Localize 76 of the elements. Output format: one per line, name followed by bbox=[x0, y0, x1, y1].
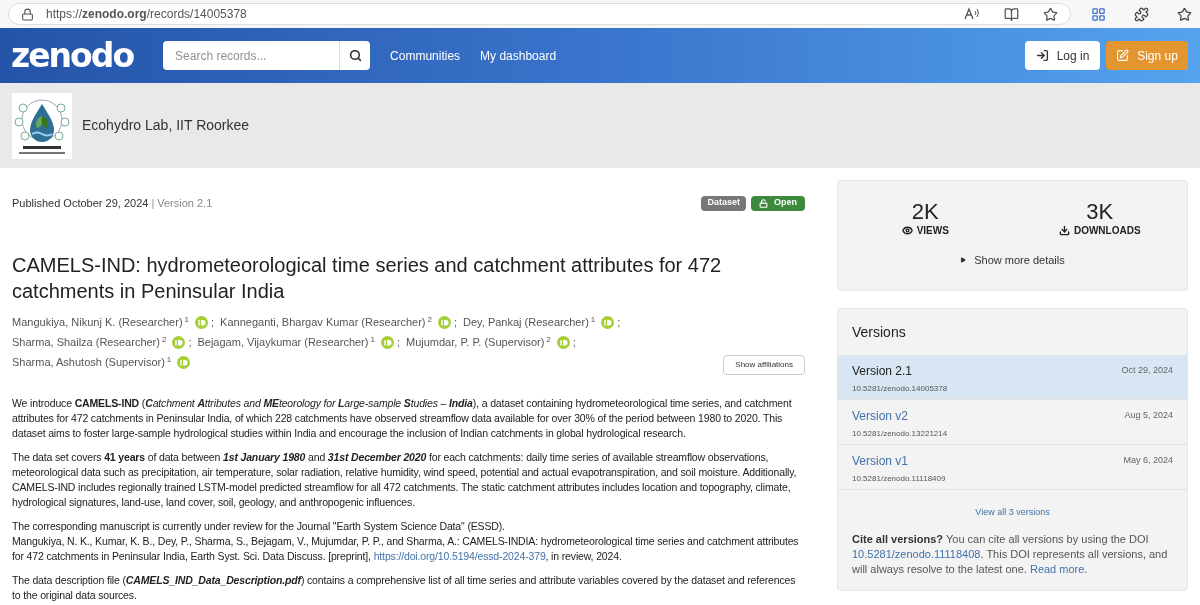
url-text: https://zenodo.org/records/14005378 bbox=[46, 6, 248, 23]
show-details-toggle[interactable]: Show more details bbox=[960, 252, 1065, 269]
author-name[interactable]: Mangukiya, Nikunj K. (Researcher) bbox=[12, 313, 183, 331]
resource-type-badge: Dataset bbox=[701, 195, 746, 211]
community-name[interactable]: Ecohydro Lab, IIT Roorkee bbox=[82, 115, 250, 136]
show-affiliations-button[interactable]: Show affiliations bbox=[723, 355, 805, 375]
cite-all-text: Cite all versions? You can cite all versions by using the DOI 10.5281/zenodo.11118408. This DOI represents all versions, and will always resolve to the latest one. Read more. bbox=[851, 531, 1169, 577]
affiliation-number: 1 bbox=[184, 315, 190, 324]
divider-text: | bbox=[151, 195, 155, 211]
affiliation-number: 1 bbox=[166, 355, 172, 364]
access-badge: Open bbox=[751, 195, 805, 211]
view-all-versions-link[interactable]: View all 3 versions bbox=[975, 506, 1050, 520]
versions-heading: Versions bbox=[851, 323, 907, 342]
version-item[interactable]: Version v1 May 6, 2024 10.5281/zenodo.11118409 bbox=[838, 445, 1187, 490]
description-paragraph: The data description file (CAMELS_IND_Data_Description.pdf) contains a comprehensive list of all time series and attribute variables covered by the dataset and references to the original data sources. bbox=[12, 573, 797, 603]
stat-label: DOWNLOADS bbox=[1073, 224, 1141, 238]
address-bar[interactable]: https://zenodo.org/records/14005378 bbox=[8, 3, 1071, 25]
lock-icon bbox=[21, 7, 34, 21]
description-paragraph: The data set covers 41 years of data between 1st January 1980 and 31st December 2020 for each catchments: daily time series of available streamflow observations, meteorological data such as precipitation, air temperature, solar radiation, relative humidity, wind speed, potential and actual evapotranspiration, and soil moisture. Additionally, CAMELS-IND includes regionally trained LSTM-model predicted streamflow for all 472 catchments. The static catchment attributes includes location and topography, climate, hydrological signatures, land-use, land cover, soil, geology, and anthropogenic influences. bbox=[12, 450, 798, 510]
version-name: Version v1 bbox=[852, 453, 909, 470]
author-separator: ; bbox=[188, 334, 192, 350]
favorite-icon[interactable] bbox=[1043, 6, 1058, 22]
download-icon bbox=[1058, 225, 1070, 236]
nav-link[interactable]: Communities bbox=[390, 46, 461, 65]
affiliation-number: 2 bbox=[427, 315, 432, 324]
version-date: Aug 5, 2024 bbox=[1124, 409, 1173, 423]
caret-icon bbox=[960, 257, 967, 264]
author-name[interactable]: Kanneganti, Bhargav Kumar (Researcher) bbox=[220, 313, 426, 331]
collections-icon[interactable] bbox=[1091, 6, 1106, 22]
version-name: Version 2.1 bbox=[852, 363, 913, 380]
author-name[interactable]: Mujumdar, P. P. (Supervisor) bbox=[405, 333, 545, 351]
edit-icon bbox=[1116, 49, 1130, 62]
stat-value: 2K bbox=[911, 201, 939, 223]
author-name[interactable]: Dey, Pankaj (Researcher) bbox=[463, 313, 589, 331]
eye-icon bbox=[901, 225, 913, 236]
stat-label: VIEWS bbox=[916, 224, 949, 238]
version-doi: 10.5281/zenodo.14005378 bbox=[852, 383, 949, 395]
login-button[interactable]: Log in bbox=[1025, 41, 1100, 70]
search-field[interactable]: Search records... bbox=[163, 41, 341, 70]
nav-link[interactable]: My dashboard bbox=[480, 46, 557, 65]
zenodo-logo[interactable]: zenodo bbox=[11, 39, 134, 72]
affiliation-number: 2 bbox=[161, 335, 167, 344]
extensions-icon[interactable] bbox=[1134, 6, 1149, 22]
version-item[interactable]: Version v2 Aug 5, 2024 10.5281/zenodo.13221214 bbox=[838, 400, 1187, 445]
author-name[interactable]: Sharma, Ashutosh (Supervisor) bbox=[12, 353, 165, 371]
author-separator: ; bbox=[211, 314, 215, 330]
author-separator: ; bbox=[617, 314, 621, 330]
version-item[interactable]: Version 2.1 Oct 29, 2024 10.5281/zenodo.14005378 bbox=[838, 355, 1187, 400]
doi-link[interactable]: https://doi.org/10.5194/essd-2024-379 bbox=[373, 550, 546, 562]
affiliation-number: 1 bbox=[590, 315, 596, 324]
citation-text: Mangukiya, N. K., Kumar, K. B., Dey, P., Sharma, S., Bejagam, V., Mujumdar, P. P., and Sharma, A.: CAMELS-INDIA: hydrometeorological time series and catchment attributes for 472 catchments in Peninsular India, Earth Syst. Sci. Data Discuss. [preprint], https://doi.org/10.5194/essd-2024-379, in review, 2024. bbox=[12, 534, 800, 564]
author-separator: ; bbox=[572, 334, 576, 350]
read-aloud-icon[interactable] bbox=[964, 7, 980, 21]
favorites-icon[interactable] bbox=[1177, 6, 1192, 22]
search-icon bbox=[348, 49, 362, 62]
version-date: May 6, 2024 bbox=[1123, 454, 1173, 468]
version-date: Oct 29, 2024 bbox=[1121, 364, 1173, 378]
record-title: CAMELS-IND: hydrometeorological time series and catchment attributes for 472 catchments in Peninsular India bbox=[12, 253, 723, 304]
author-separator: ; bbox=[396, 334, 400, 350]
description-paragraph: We introduce CAMELS-IND (Catchment Attributes and MEteorology for Large-sample Studies – India), a dataset containing hydrometeorological time series, and catchment attributes for 472 catchments in Peninsular India, of which 228 catchments have observed streamflow data available for over 30% of the period between 1980 to 2020. This dataset aims to foster large-sample hydrological studies within India and encourage the inclusion of Indian catchments in global hydrological research. bbox=[12, 396, 793, 441]
author-separator: ; bbox=[454, 314, 458, 330]
login-icon bbox=[1035, 49, 1049, 62]
version-label: Version 2.1 bbox=[157, 195, 213, 211]
version-name: Version v2 bbox=[852, 408, 909, 425]
published-date: Published October 29, 2024 bbox=[12, 195, 149, 211]
version-doi: 10.5281/zenodo.11118409 bbox=[852, 473, 947, 485]
version-doi: 10.5281/zenodo.13221214 bbox=[852, 428, 949, 440]
stat-value: 3K bbox=[1086, 201, 1114, 223]
affiliation-number: 2 bbox=[546, 335, 551, 344]
manuscript-note: The corresponding manuscript is currently under review for the Journal "Earth System Science Data" (ESSD). bbox=[12, 519, 506, 534]
author-name[interactable]: Bejagam, Vijaykumar (Researcher) bbox=[197, 333, 369, 351]
unlock-icon bbox=[759, 198, 768, 208]
reader-icon[interactable] bbox=[1004, 6, 1019, 22]
author-name[interactable]: Sharma, Shailza (Researcher) bbox=[12, 333, 160, 351]
affiliation-number: 1 bbox=[370, 335, 375, 344]
search-button[interactable] bbox=[340, 41, 371, 70]
